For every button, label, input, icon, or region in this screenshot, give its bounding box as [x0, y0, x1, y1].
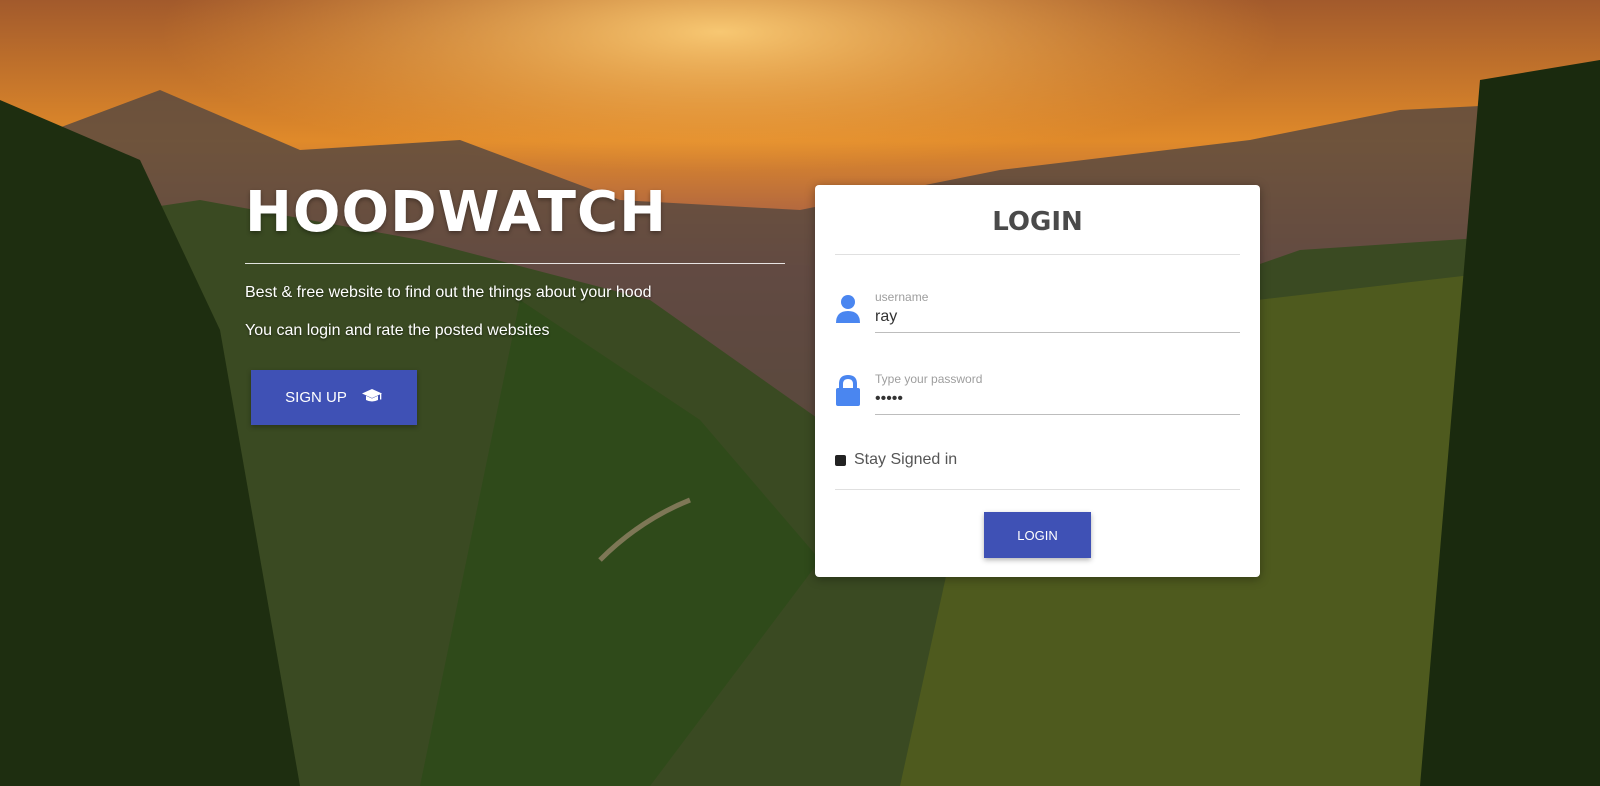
- stay-signed-in-label: Stay Signed in: [854, 451, 958, 468]
- hero: HOODWATCH Best & free website to find ou…: [245, 185, 785, 425]
- graduation-cap-icon: [361, 388, 383, 408]
- signup-label: SIGN UP: [285, 389, 347, 406]
- username-input[interactable]: [875, 308, 1240, 326]
- password-label: Type your password: [875, 372, 983, 386]
- login-card: LOGIN username Type your password Stay S…: [815, 185, 1260, 577]
- site-title: HOODWATCH: [245, 185, 785, 264]
- login-button[interactable]: LOGIN: [984, 512, 1091, 558]
- lock-icon: [835, 371, 875, 411]
- username-label: username: [875, 290, 929, 304]
- background-landscape: [0, 0, 1600, 786]
- stay-signed-in-row[interactable]: Stay Signed in: [835, 451, 1240, 490]
- signup-button[interactable]: SIGN UP: [251, 370, 417, 425]
- password-field-row: Type your password: [835, 349, 1240, 415]
- stay-signed-in-checkbox[interactable]: [835, 454, 846, 466]
- user-icon: [835, 289, 875, 329]
- login-heading: LOGIN: [835, 185, 1240, 255]
- password-input[interactable]: [875, 390, 1240, 408]
- subtext: You can login and rate the posted websit…: [245, 322, 550, 339]
- username-field-row: username: [835, 267, 1240, 333]
- tagline: Best & free website to find out the thin…: [245, 284, 652, 301]
